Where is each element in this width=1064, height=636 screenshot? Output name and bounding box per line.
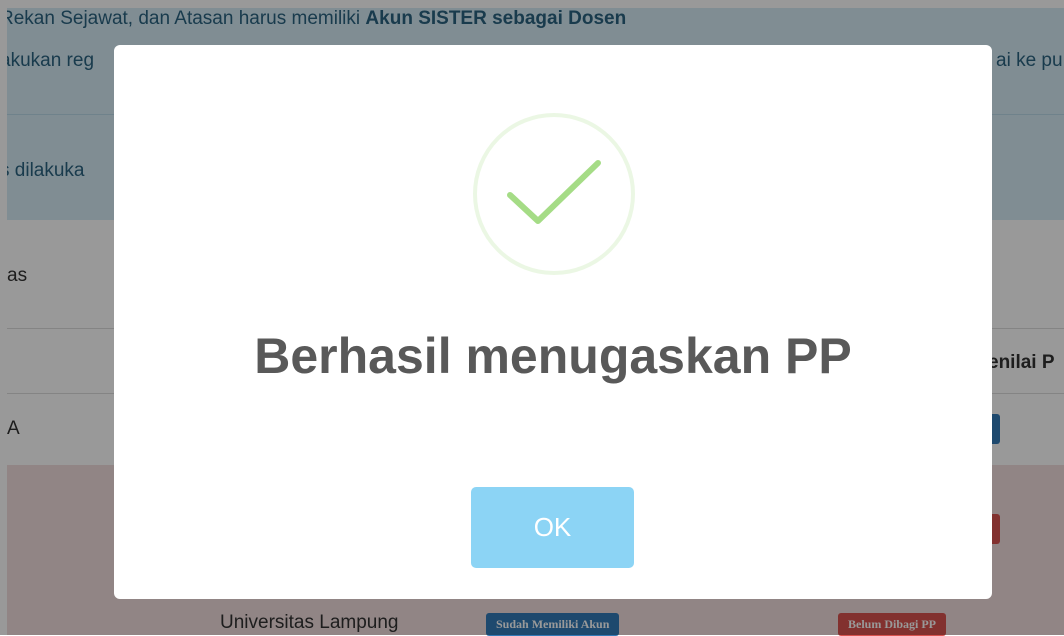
success-dialog: Berhasil menugaskan PP OK — [114, 45, 992, 599]
success-check-icon — [507, 160, 601, 224]
ok-button[interactable]: OK — [471, 487, 634, 568]
dialog-title: Berhasil menugaskan PP — [254, 328, 852, 384]
